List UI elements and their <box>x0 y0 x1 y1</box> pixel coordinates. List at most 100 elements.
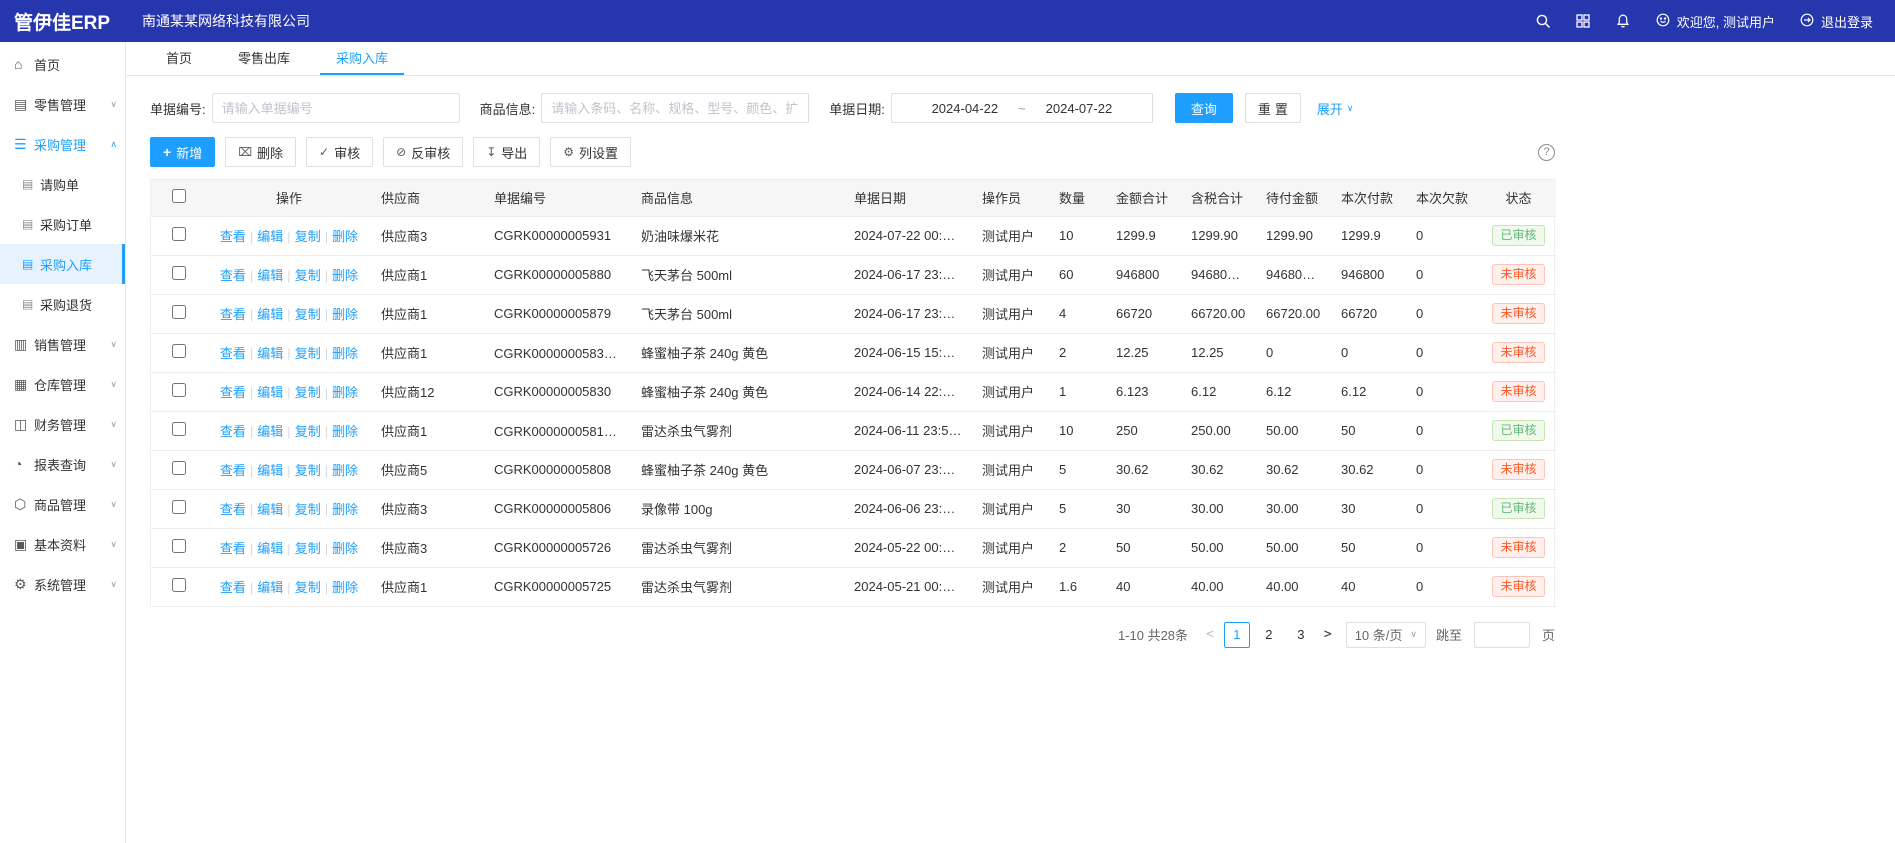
row-action-copy-link[interactable]: 复制 <box>295 541 321 556</box>
search-icon[interactable] <box>1535 13 1551 29</box>
sidebar-item-warehouse[interactable]: ▦仓库管理∨ <box>0 364 125 404</box>
next-page-icon[interactable]: > <box>1320 627 1336 642</box>
doc-no-input[interactable] <box>212 93 460 123</box>
row-action-copy-link[interactable]: 复制 <box>295 580 321 595</box>
tab-retail-outbound[interactable]: 零售出库 <box>222 42 306 75</box>
sidebar-item-purchase-order[interactable]: ▤采购订单 <box>0 204 125 244</box>
row-action-delete-link[interactable]: 删除 <box>332 580 358 595</box>
row-action-edit-link[interactable]: 编辑 <box>257 268 283 283</box>
welcome-text: 欢迎您, 测试用户 <box>1677 12 1775 31</box>
row-action-delete-link[interactable]: 删除 <box>332 385 358 400</box>
tab-home[interactable]: 首页 <box>150 42 208 75</box>
row-action-view-link[interactable]: 查看 <box>220 307 246 322</box>
export-button[interactable]: ↧导出 <box>473 137 540 167</box>
row-action-edit-link[interactable]: 编辑 <box>257 229 283 244</box>
row-action-copy-link[interactable]: 复制 <box>295 346 321 361</box>
company-name: 南通某某网络科技有限公司 <box>142 11 310 31</box>
row-action-view-link[interactable]: 查看 <box>220 541 246 556</box>
sidebar-item-finance[interactable]: ◫财务管理∨ <box>0 404 125 444</box>
row-checkbox[interactable] <box>172 500 186 514</box>
add-button[interactable]: +新增 <box>150 137 215 167</box>
prev-page-icon[interactable]: < <box>1202 627 1218 642</box>
tab-purchase-inbound[interactable]: 采购入库 <box>320 42 404 75</box>
row-action-edit-link[interactable]: 编辑 <box>257 346 283 361</box>
delete-button[interactable]: ⌧删除 <box>225 137 296 167</box>
row-action-delete-link[interactable]: 删除 <box>332 268 358 283</box>
page-button-3[interactable]: 3 <box>1288 622 1314 648</box>
apps-icon[interactable] <box>1575 13 1591 29</box>
sidebar-item-system[interactable]: ⚙系统管理∨ <box>0 564 125 604</box>
row-action-delete-link[interactable]: 删除 <box>332 541 358 556</box>
sidebar-item-basic-data[interactable]: ▣基本资料∨ <box>0 524 125 564</box>
row-action-edit-link[interactable]: 编辑 <box>257 385 283 400</box>
select-all-checkbox[interactable] <box>172 189 186 203</box>
column-settings-button[interactable]: ⚙列设置 <box>550 137 631 167</box>
row-checkbox[interactable] <box>172 266 186 280</box>
row-checkbox[interactable] <box>172 344 186 358</box>
row-action-delete-link[interactable]: 删除 <box>332 346 358 361</box>
row-action-edit-link[interactable]: 编辑 <box>257 502 283 517</box>
row-action-edit-link[interactable]: 编辑 <box>257 541 283 556</box>
welcome-user[interactable]: 欢迎您, 测试用户 <box>1655 12 1775 31</box>
row-checkbox[interactable] <box>172 422 186 436</box>
row-action-copy-link[interactable]: 复制 <box>295 229 321 244</box>
audit-button[interactable]: ✓审核 <box>306 137 373 167</box>
expand-link[interactable]: 展开 ∨ <box>1317 99 1354 118</box>
row-action-copy-link[interactable]: 复制 <box>295 268 321 283</box>
page-button-2[interactable]: 2 <box>1256 622 1282 648</box>
jump-page-input[interactable] <box>1474 622 1530 648</box>
sidebar-item-sales[interactable]: ▥销售管理∨ <box>0 324 125 364</box>
sidebar-item-purchase-inbound[interactable]: ▤采购入库 <box>0 244 125 284</box>
row-action-edit-link[interactable]: 编辑 <box>257 424 283 439</box>
sidebar-item-reports[interactable]: ◔报表查询∨ <box>0 444 125 484</box>
row-action-view-link[interactable]: 查看 <box>220 463 246 478</box>
search-button[interactable]: 查询 <box>1175 93 1233 123</box>
cell-operator: 测试用户 <box>972 333 1049 372</box>
sidebar-item-retail[interactable]: ▤零售管理∨ <box>0 84 125 124</box>
sidebar-item-goods[interactable]: ⬡商品管理∨ <box>0 484 125 524</box>
page-button-1[interactable]: 1 <box>1224 622 1250 648</box>
row-action-delete-link[interactable]: 删除 <box>332 463 358 478</box>
sidebar-item-purchase-return[interactable]: ▤采购退货 <box>0 284 125 324</box>
table-row: 查看|编辑|复制|删除供应商1CGRK00000005816[订]雷达杀虫气雾剂… <box>151 411 1556 450</box>
page-size-select[interactable]: 10 条/页 ∨ <box>1346 622 1426 648</box>
row-action-delete-link[interactable]: 删除 <box>332 229 358 244</box>
row-action-copy-link[interactable]: 复制 <box>295 502 321 517</box>
sidebar-item-purchase[interactable]: ☰采购管理∧ <box>0 124 125 164</box>
row-action-edit-link[interactable]: 编辑 <box>257 463 283 478</box>
row-action-view-link[interactable]: 查看 <box>220 346 246 361</box>
row-action-copy-link[interactable]: 复制 <box>295 424 321 439</box>
logout-button[interactable]: 退出登录 <box>1799 12 1873 31</box>
row-checkbox[interactable] <box>172 578 186 592</box>
bell-icon[interactable] <box>1615 13 1631 29</box>
sidebar-item-home[interactable]: ⌂首页 <box>0 44 125 84</box>
row-action-edit-link[interactable]: 编辑 <box>257 307 283 322</box>
sidebar-item-purchase-request[interactable]: ▤请购单 <box>0 164 125 204</box>
row-action-edit-link[interactable]: 编辑 <box>257 580 283 595</box>
row-checkbox[interactable] <box>172 227 186 241</box>
row-action-view-link[interactable]: 查看 <box>220 229 246 244</box>
row-action-delete-link[interactable]: 删除 <box>332 307 358 322</box>
row-checkbox[interactable] <box>172 461 186 475</box>
reset-button[interactable]: 重置 <box>1245 93 1301 123</box>
date-range-picker[interactable]: 2024-04-22 ~ 2024-07-22 <box>891 93 1153 123</box>
row-action-copy-link[interactable]: 复制 <box>295 307 321 322</box>
row-action-view-link[interactable]: 查看 <box>220 268 246 283</box>
row-action-delete-link[interactable]: 删除 <box>332 502 358 517</box>
cell-operator: 测试用户 <box>972 567 1049 606</box>
row-checkbox[interactable] <box>172 383 186 397</box>
row-checkbox[interactable] <box>172 539 186 553</box>
table-row: 查看|编辑|复制|删除供应商3CGRK00000005726雷达杀虫气雾剂202… <box>151 528 1556 567</box>
row-action-view-link[interactable]: 查看 <box>220 385 246 400</box>
help-icon[interactable]: ? <box>1538 144 1555 161</box>
product-input[interactable] <box>541 93 809 123</box>
row-action-copy-link[interactable]: 复制 <box>295 385 321 400</box>
cell-payable: 946800.00 <box>1256 255 1331 294</box>
row-checkbox[interactable] <box>172 305 186 319</box>
row-action-delete-link[interactable]: 删除 <box>332 424 358 439</box>
row-action-copy-link[interactable]: 复制 <box>295 463 321 478</box>
row-action-view-link[interactable]: 查看 <box>220 580 246 595</box>
row-action-view-link[interactable]: 查看 <box>220 502 246 517</box>
row-action-view-link[interactable]: 查看 <box>220 424 246 439</box>
unaudit-button[interactable]: ⊘反审核 <box>383 137 463 167</box>
